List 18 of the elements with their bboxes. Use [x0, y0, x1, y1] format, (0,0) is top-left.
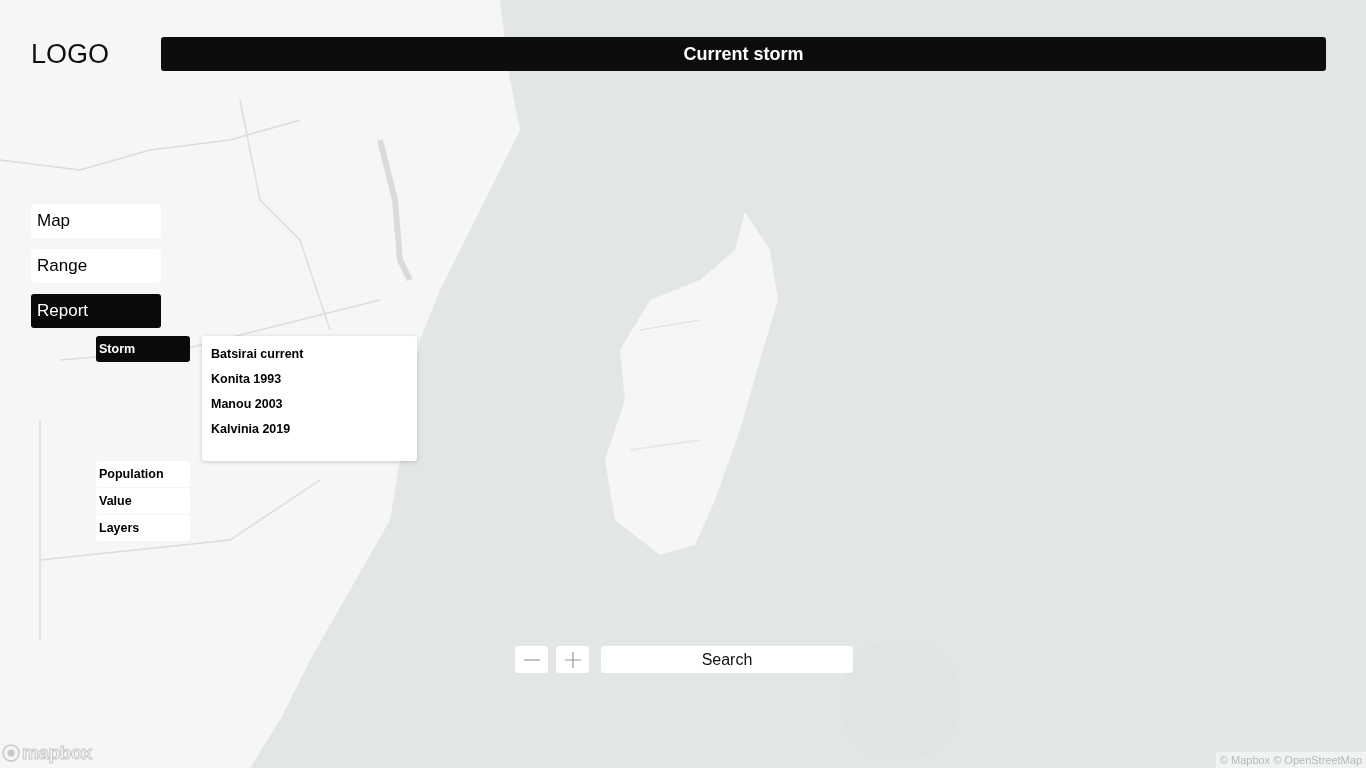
dropdown-item[interactable]: Batsirai current	[211, 346, 408, 363]
zoom-in-button[interactable]	[556, 646, 589, 673]
menu-button[interactable]: Map	[31, 204, 161, 238]
search-button[interactable]: Search	[601, 646, 853, 673]
zoom-out-button[interactable]	[515, 646, 548, 673]
minus-icon	[523, 658, 540, 661]
header-title: Current storm	[161, 37, 1326, 71]
dropdown-item[interactable]: Manou 2003	[211, 396, 408, 413]
submenu-button[interactable]: Population	[96, 461, 190, 487]
dropdown-item[interactable]: Kalvinia 2019	[211, 421, 408, 438]
submenu-button[interactable]: Storm	[96, 336, 190, 362]
submenu-button[interactable]: Layers	[96, 515, 190, 541]
plus-icon	[564, 651, 581, 668]
map-logo-icon	[2, 744, 20, 762]
submenu-button[interactable]: Value	[96, 488, 190, 514]
menu-button[interactable]: Range	[31, 249, 161, 283]
menu-button[interactable]: Report	[31, 294, 161, 328]
dropdown-item[interactable]: Konita 1993	[211, 371, 408, 388]
